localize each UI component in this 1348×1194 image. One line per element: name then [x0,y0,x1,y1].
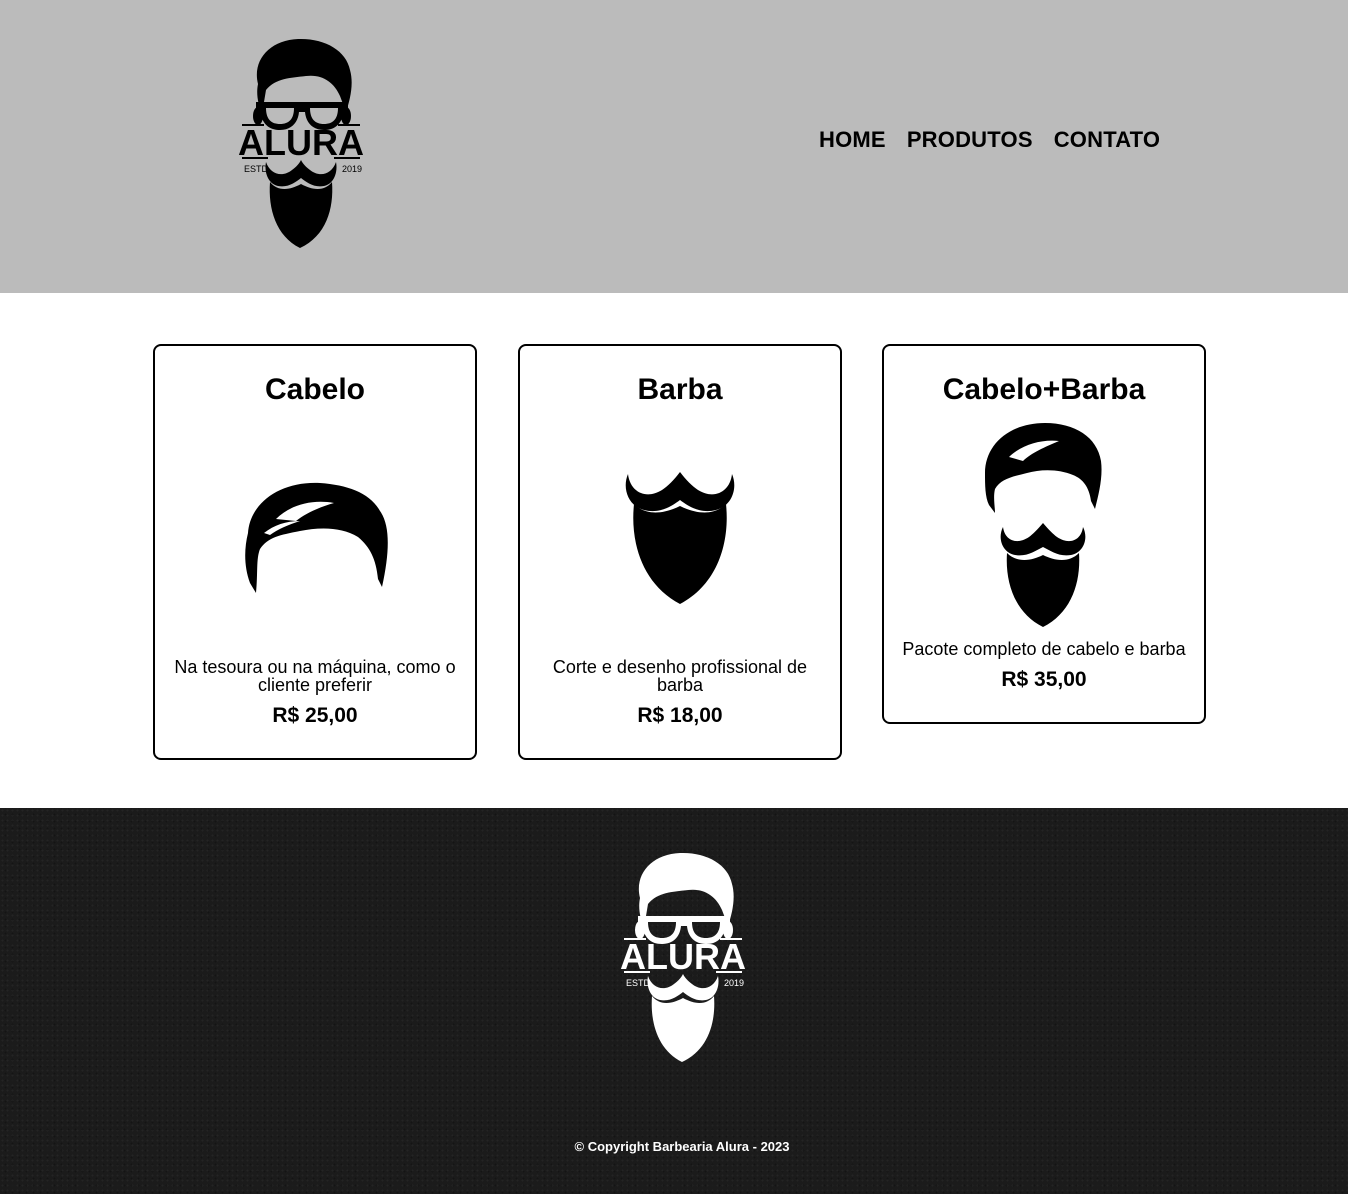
logo-wordmark: ALURA [620,936,746,977]
nav-produtos[interactable]: PRODUTOS [907,126,1033,154]
logo-estd: ESTD [244,164,269,174]
footer-logo[interactable]: ALURA ESTD 2019 [618,848,748,1070]
nav-contato[interactable]: CONTATO [1054,126,1161,154]
card-title: Cabelo [264,373,366,406]
card-image [155,408,475,658]
card-title: Barba [637,373,723,406]
logo-year: 2019 [724,978,744,988]
site-header: ALURA ESTD 2019 HOME PRODUTOS CONTATO [0,0,1348,293]
logo-estd: ESTD [626,978,651,988]
card-description: Corte e desenho profissional de barba [552,657,808,695]
main-nav: HOME PRODUTOS CONTATO [819,126,1160,154]
hair-beard-icon [985,423,1102,627]
card-image [884,408,1204,640]
service-card-barba[interactable]: Barba Corte e desenho profissional de ba… [518,344,842,760]
card-description: Na tesoura ou na máquina, como o cliente… [174,657,456,695]
card-title: Cabelo+Barba [942,373,1146,406]
card-description: Pacote completo de cabelo e barba [902,639,1186,659]
logo-year: 2019 [342,164,362,174]
card-image [520,408,840,658]
logo-wordmark: ALURA [238,122,364,163]
site-footer: ALURA ESTD 2019 © Copyright Barbearia Al… [0,808,1348,1194]
card-price: R$ 35,00 [1001,668,1087,691]
nav-home[interactable]: HOME [819,126,886,154]
bearded-man-logo-icon: ALURA ESTD 2019 [620,852,746,1062]
card-price: R$ 25,00 [272,704,358,727]
card-price: R$ 18,00 [637,704,723,727]
alura-logo[interactable]: ALURA ESTD 2019 [236,34,366,256]
services-section: Cabelo Na tesoura ou na máquina, como o … [0,293,1348,808]
service-card-cabelo-barba[interactable]: Cabelo+Barba Pacote completo de cabelo e… [882,344,1206,724]
beard-icon [625,472,735,604]
bearded-man-logo-icon: ALURA ESTD 2019 [238,38,364,248]
copyright-text: © Copyright Barbearia Alura - 2023 [574,1139,790,1154]
service-card-cabelo[interactable]: Cabelo Na tesoura ou na máquina, como o … [153,344,477,760]
hair-icon [245,482,388,593]
